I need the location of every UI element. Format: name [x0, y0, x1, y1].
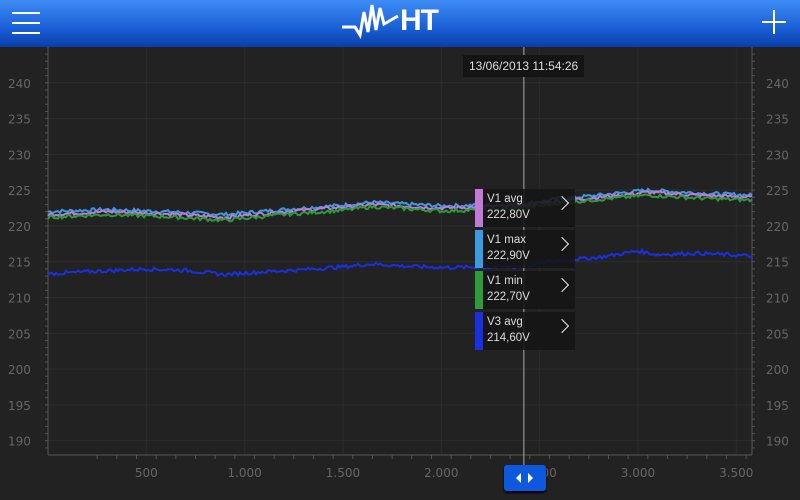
y-tick-label-right: 190 — [766, 435, 789, 449]
y-tick-label-left: 190 — [8, 435, 31, 449]
series-name: V3 avg — [487, 316, 523, 328]
chevron-right-icon[interactable] — [554, 318, 570, 334]
y-tick-label-right: 200 — [766, 363, 789, 377]
legend-card-v1-max[interactable]: V1 max 222,90V — [475, 230, 575, 268]
x-tick-label: 500 — [135, 466, 158, 480]
y-tick-label-right: 195 — [766, 399, 789, 413]
x-tick-label: 2.000 — [424, 466, 458, 480]
y-tick-label-left: 225 — [8, 184, 31, 198]
y-tick-label-left: 220 — [8, 220, 31, 234]
pan-handle-button[interactable] — [504, 465, 546, 491]
series-value: 214,60V — [487, 332, 530, 344]
y-tick-label-left: 195 — [8, 399, 31, 413]
series-color-swatch — [475, 230, 483, 268]
y-tick-label-right: 225 — [766, 184, 789, 198]
plus-icon[interactable] — [762, 10, 786, 34]
hamburger-menu-icon[interactable] — [12, 12, 40, 34]
series-color-swatch — [475, 189, 483, 227]
y-tick-label-right: 240 — [766, 77, 789, 91]
y-tick-label-left: 215 — [8, 256, 31, 270]
series-value: 222,70V — [487, 291, 530, 303]
y-tick-label-left: 235 — [8, 113, 31, 127]
y-tick-label-right: 205 — [766, 327, 789, 341]
y-tick-label-left: 240 — [8, 77, 31, 91]
y-tick-label-right: 215 — [766, 256, 789, 270]
y-tick-label-left: 230 — [8, 148, 31, 162]
series-line-v1-min — [47, 192, 753, 223]
y-tick-label-right: 210 — [766, 292, 789, 306]
x-tick-label: 3.000 — [621, 466, 655, 480]
legend-card-v1-min[interactable]: V1 min 222,70V — [475, 271, 575, 309]
chevron-right-icon[interactable] — [554, 277, 570, 293]
trend-chart[interactable]: 5001.0001.5002.0002.5003.0003.5002402402… — [0, 47, 800, 500]
y-tick-label-left: 205 — [8, 327, 31, 341]
y-tick-label-right: 235 — [766, 113, 789, 127]
series-name: V1 max — [487, 234, 526, 246]
series-name: V1 avg — [487, 193, 523, 205]
cursor-timestamp: 13/06/2013 11:54:26 — [463, 55, 585, 77]
series-lines — [47, 187, 753, 278]
series-color-swatch — [475, 271, 483, 309]
logo-text: HT — [400, 4, 439, 37]
series-color-swatch — [475, 312, 483, 350]
axes: 5001.0001.5002.0002.5003.0003.5002402402… — [8, 47, 789, 480]
series-value: 222,90V — [487, 250, 530, 262]
y-tick-label-right: 230 — [766, 148, 789, 162]
series-name: V1 min — [487, 275, 523, 287]
series-line-v3-avg — [47, 248, 753, 278]
y-tick-label-left: 210 — [8, 292, 31, 306]
chevron-right-icon[interactable] — [554, 236, 570, 252]
chevron-right-icon[interactable] — [554, 195, 570, 211]
top-bar: HT — [0, 0, 800, 47]
legend-card-v1-avg[interactable]: V1 avg 222,80V — [475, 189, 575, 227]
y-tick-label-left: 200 — [8, 363, 31, 377]
x-tick-label: 1.500 — [326, 466, 360, 480]
y-tick-label-right: 220 — [766, 220, 789, 234]
x-tick-label: 1.000 — [227, 466, 261, 480]
x-tick-label: 3.500 — [719, 466, 753, 480]
legend-card-v3-avg[interactable]: V3 avg 214,60V — [475, 312, 575, 350]
series-value: 222,80V — [487, 209, 530, 221]
series-line-v1-max — [47, 187, 753, 218]
